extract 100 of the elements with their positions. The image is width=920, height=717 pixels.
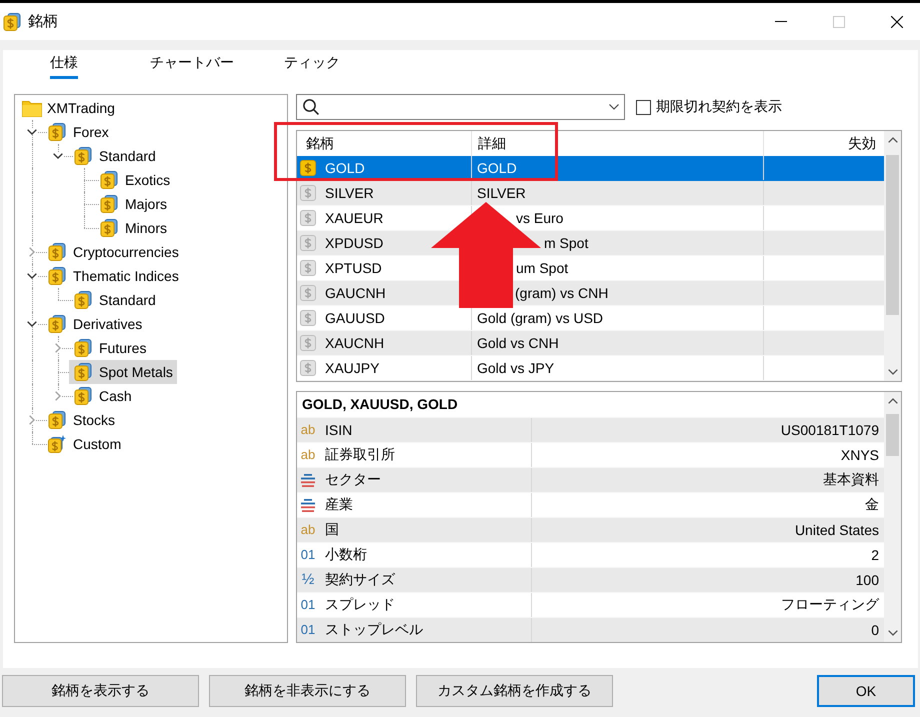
chevron-down-icon[interactable] <box>27 129 37 135</box>
tree-item[interactable]: Cash <box>69 384 136 408</box>
property-name: ISIN <box>325 422 352 438</box>
symbol-name: XAUEUR <box>325 210 384 226</box>
coin-stack-icon <box>100 171 118 189</box>
tree-item[interactable]: XMTrading <box>17 96 119 120</box>
coin-stack-star-icon <box>48 435 66 453</box>
coin-stack-icon <box>74 387 92 405</box>
property-name: 証券取引所 <box>325 446 395 464</box>
coin-stack-icon <box>100 195 118 213</box>
number-type-icon: 01 <box>300 623 316 637</box>
symbol-description: Gold vs CNH <box>472 331 764 355</box>
coin-stack-icon <box>48 267 66 285</box>
window-title: 銘柄 <box>28 12 58 31</box>
property-name: 国 <box>325 521 339 539</box>
symbol-name: SILVER <box>325 185 374 201</box>
column-header[interactable]: 失効 <box>764 131 884 156</box>
property-name: 産業 <box>325 496 353 514</box>
scrollbar-thumb[interactable] <box>886 155 899 315</box>
symbol-row[interactable]: GAUCNH (gram) vs CNH <box>297 281 884 306</box>
symbol-name: XPDUSD <box>325 235 384 251</box>
tree-item[interactable]: Stocks <box>43 408 120 432</box>
symbol-name: GOLD <box>325 160 365 176</box>
property-value: XNYS <box>840 446 880 465</box>
symbol-row[interactable]: XAUCNH Gold vs CNH <box>297 331 884 356</box>
symbol-name: GAUUSD <box>325 310 385 326</box>
chevron-down-icon[interactable] <box>53 153 63 159</box>
scroll-up-icon[interactable] <box>888 398 898 404</box>
coin-stack-icon <box>74 339 92 357</box>
symbol-name: GAUCNH <box>325 285 386 301</box>
checkbox[interactable] <box>636 100 651 114</box>
coin-stack-icon <box>74 291 92 309</box>
chevron-down-icon[interactable] <box>27 273 37 279</box>
tree-item[interactable]: Majors <box>95 192 172 216</box>
property-value: 基本資料 <box>822 470 880 489</box>
scroll-up-icon[interactable] <box>888 137 898 143</box>
tree-item[interactable]: Futures <box>69 336 150 360</box>
tree-item[interactable]: Derivatives <box>43 312 146 336</box>
search-icon <box>303 99 319 115</box>
chevron-right-icon[interactable] <box>55 343 61 353</box>
tree-item[interactable]: Cryptocurrencies <box>43 240 183 264</box>
number-type-icon: 01 <box>300 548 316 562</box>
list-icon <box>300 498 316 512</box>
checkbox-label[interactable]: 期限切れ契約を表示 <box>656 98 782 116</box>
tree-item[interactable]: Custom <box>43 432 126 456</box>
coin-stack-icon <box>48 123 66 141</box>
text-type-icon: ab <box>300 423 316 437</box>
symbol-name: XAUJPY <box>325 360 380 376</box>
tree-item[interactable]: Forex <box>43 120 113 144</box>
scroll-down-icon[interactable] <box>888 630 898 636</box>
search-field[interactable] <box>296 94 625 120</box>
property-name: スプレッド <box>325 596 395 614</box>
properties-title: GOLD, XAUUSD, GOLD <box>301 395 459 414</box>
symbol-row[interactable]: XAUJPY Gold vs JPY <box>297 356 884 381</box>
property-name: セクター <box>325 471 381 489</box>
scrollbar[interactable] <box>884 131 901 381</box>
list-icon <box>300 474 316 486</box>
text-type-icon: ab <box>300 448 316 462</box>
tree-item[interactable]: Exotics <box>95 168 174 192</box>
chevron-down-icon[interactable] <box>27 321 37 327</box>
coin-stack-icon <box>48 411 66 429</box>
tree-item[interactable]: Spot Metals <box>69 360 177 384</box>
property-name: ストップレベル <box>325 621 423 639</box>
scrollbar-thumb[interactable] <box>886 414 899 456</box>
hide-symbols-button[interactable]: 銘柄を非表示にする <box>209 675 406 707</box>
coin-stack-icon <box>48 243 66 261</box>
property-value: US00181T1079 <box>780 421 880 440</box>
property-value: 0 <box>870 621 880 640</box>
fraction-type-icon: ½ <box>300 573 316 587</box>
chevron-right-icon[interactable] <box>29 415 35 425</box>
symbol-row[interactable]: GOLD GOLD <box>297 156 884 181</box>
scrollbar[interactable] <box>884 392 901 642</box>
tab[interactable]: チャートバー <box>150 50 234 79</box>
close-icon <box>891 16 903 28</box>
tree-item[interactable]: Thematic Indices <box>43 264 183 288</box>
property-name: 契約サイズ <box>325 571 395 589</box>
tree-item[interactable]: Standard <box>69 144 160 168</box>
chevron-right-icon[interactable] <box>29 247 35 257</box>
symbol-description: GOLD <box>472 156 764 180</box>
scroll-down-icon[interactable] <box>888 369 898 375</box>
number-type-icon: 01 <box>300 598 316 612</box>
tree-item[interactable]: Minors <box>95 216 172 240</box>
symbol-name: XPTUSD <box>325 260 382 276</box>
ok-button[interactable]: OK <box>817 675 915 707</box>
maximize-icon <box>833 16 845 28</box>
property-value: 2 <box>870 546 880 565</box>
property-value: フローティング <box>780 595 880 614</box>
minimize-icon <box>775 21 787 22</box>
tree-item[interactable]: Standard <box>69 288 160 312</box>
tab[interactable]: 仕様 <box>50 50 78 79</box>
property-value: 100 <box>854 571 880 590</box>
property-name: 小数桁 <box>325 546 367 564</box>
show-symbols-button[interactable]: 銘柄を表示する <box>2 675 199 707</box>
coin-stack-icon <box>48 315 66 333</box>
tab[interactable]: ティック <box>284 50 340 79</box>
text-type-icon: ab <box>300 523 316 537</box>
dropdown-caret-icon[interactable] <box>609 104 619 110</box>
chevron-right-icon[interactable] <box>55 391 61 401</box>
create-custom-symbol-button[interactable]: カスタム銘柄を作成する <box>416 675 613 707</box>
symbol-row[interactable]: SILVER SILVER <box>297 181 884 206</box>
